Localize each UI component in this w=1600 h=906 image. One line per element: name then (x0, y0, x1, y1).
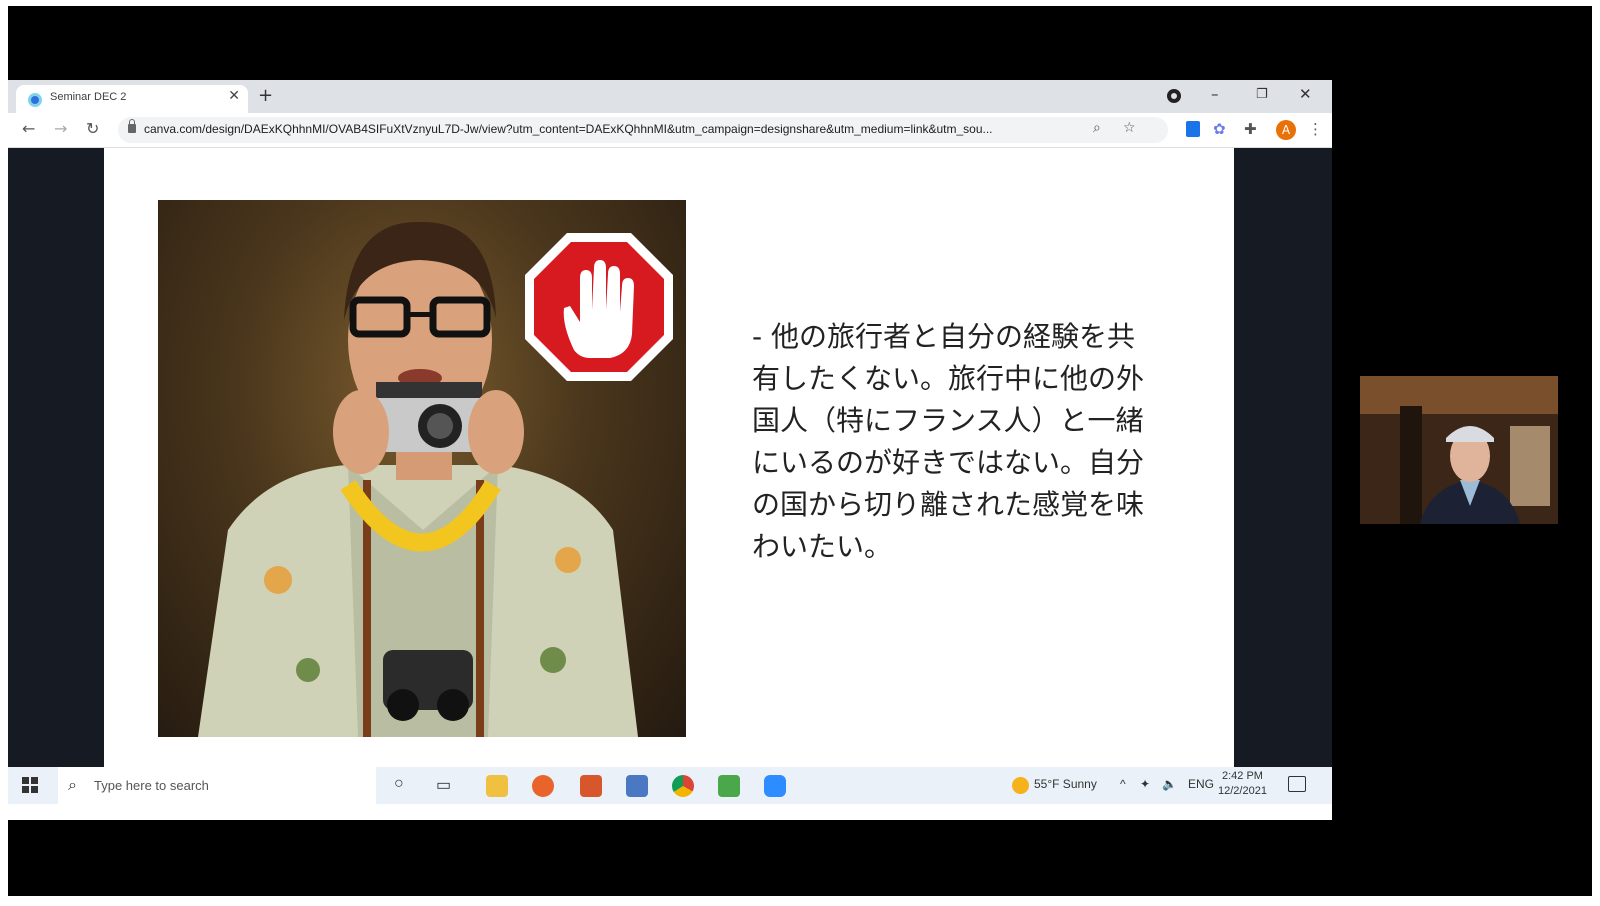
zoom-icon[interactable]: ⌕ (1093, 120, 1101, 136)
minimize-button[interactable]: – (1211, 85, 1219, 103)
dropbox-icon[interactable]: ✦ (1140, 777, 1150, 791)
address-bar[interactable]: canva.com/design/DAExKQhhnMI/OVAB4SIFuXt… (118, 117, 1168, 143)
weather-sun-icon[interactable] (1012, 777, 1029, 794)
forward-arrow-icon[interactable]: → (54, 119, 67, 138)
address-toolbar: ← → ↻ canva.com/design/DAExKQhhnMI/OVAB4… (8, 113, 1332, 148)
language-indicator[interactable]: ENG (1188, 777, 1214, 791)
clock-date: 12/2/2021 (1218, 785, 1267, 797)
url-text[interactable]: canva.com/design/DAExKQhhnMI/OVAB4SIFuXt… (144, 122, 1074, 136)
search-placeholder: Type here to search (94, 778, 209, 793)
chrome-icon[interactable] (672, 775, 694, 797)
lock-icon (128, 119, 136, 133)
media-control-icon[interactable] (1167, 89, 1181, 103)
close-tab-icon[interactable]: ✕ (228, 88, 240, 104)
task-view-icon[interactable]: ▭ (436, 775, 451, 795)
profile-avatar[interactable]: A (1276, 120, 1296, 140)
volume-icon[interactable]: 🔈 (1162, 777, 1177, 791)
kebab-menu-icon[interactable]: ⋮ (1308, 120, 1323, 138)
app-icon[interactable] (580, 775, 602, 797)
stop-hand-icon (525, 233, 673, 381)
tab-bar: Seminar DEC 2 ✕ + – ❐ ✕ (8, 80, 1332, 113)
browser-window: Seminar DEC 2 ✕ + – ❐ ✕ ← → ↻ canva.com/… (8, 80, 1332, 820)
app-green-icon[interactable] (718, 775, 740, 797)
weather-text[interactable]: 55°F Sunny (1034, 777, 1097, 791)
screen-share-frame: Seminar DEC 2 ✕ + – ❐ ✕ ← → ↻ canva.com/… (8, 6, 1592, 896)
new-tab-button[interactable]: + (258, 85, 273, 106)
back-arrow-icon[interactable]: ← (22, 119, 35, 138)
taskbar-clock[interactable]: 2:42 PM 12/2/2021 (1218, 769, 1267, 799)
gear-extension-icon[interactable]: ✿ (1213, 120, 1226, 138)
clock-time: 2:42 PM (1221, 770, 1263, 782)
taskbar-search-box[interactable]: ⌕ Type here to search (58, 767, 376, 804)
puzzle-extensions-icon[interactable]: ✚ (1244, 120, 1257, 138)
participant-video (1360, 376, 1558, 524)
tourist-photo (158, 200, 686, 737)
slide: - 他の旅行者と自分の経験を共有したくない。旅行中に他の外国人（特にフランス人）… (104, 148, 1234, 767)
tab-seminar[interactable]: Seminar DEC 2 ✕ (16, 85, 248, 113)
canva-favicon-icon (28, 93, 42, 107)
restore-button[interactable]: ❐ (1256, 87, 1268, 102)
reload-icon[interactable]: ↻ (86, 119, 99, 138)
windows-taskbar: ⌕ Type here to search ○ ▭ 55°F Sunny ^ ✦… (8, 767, 1332, 804)
file-explorer-icon[interactable] (486, 775, 508, 797)
page-content: - 他の旅行者と自分の経験を共有したくない。旅行中に他の外国人（特にフランス人）… (8, 148, 1332, 767)
cortana-icon[interactable]: ○ (394, 775, 404, 793)
tray-chevron-icon[interactable]: ^ (1120, 777, 1126, 791)
translate-extension-icon[interactable] (1186, 121, 1200, 137)
close-window-button[interactable]: ✕ (1299, 85, 1312, 103)
notification-icon[interactable] (1288, 776, 1306, 792)
participant-video-thumbnail[interactable] (1360, 376, 1558, 524)
bookmark-star-icon[interactable]: ☆ (1123, 120, 1136, 136)
windows-start-icon[interactable] (22, 777, 38, 793)
search-icon: ⌕ (68, 775, 77, 794)
slide-body-text: - 他の旅行者と自分の経験を共有したくない。旅行中に他の外国人（特にフランス人）… (752, 320, 1145, 563)
calculator-icon[interactable] (626, 775, 648, 797)
firefox-icon[interactable] (532, 775, 554, 797)
tab-title: Seminar DEC 2 (50, 91, 127, 103)
zoom-app-icon[interactable] (764, 775, 786, 797)
